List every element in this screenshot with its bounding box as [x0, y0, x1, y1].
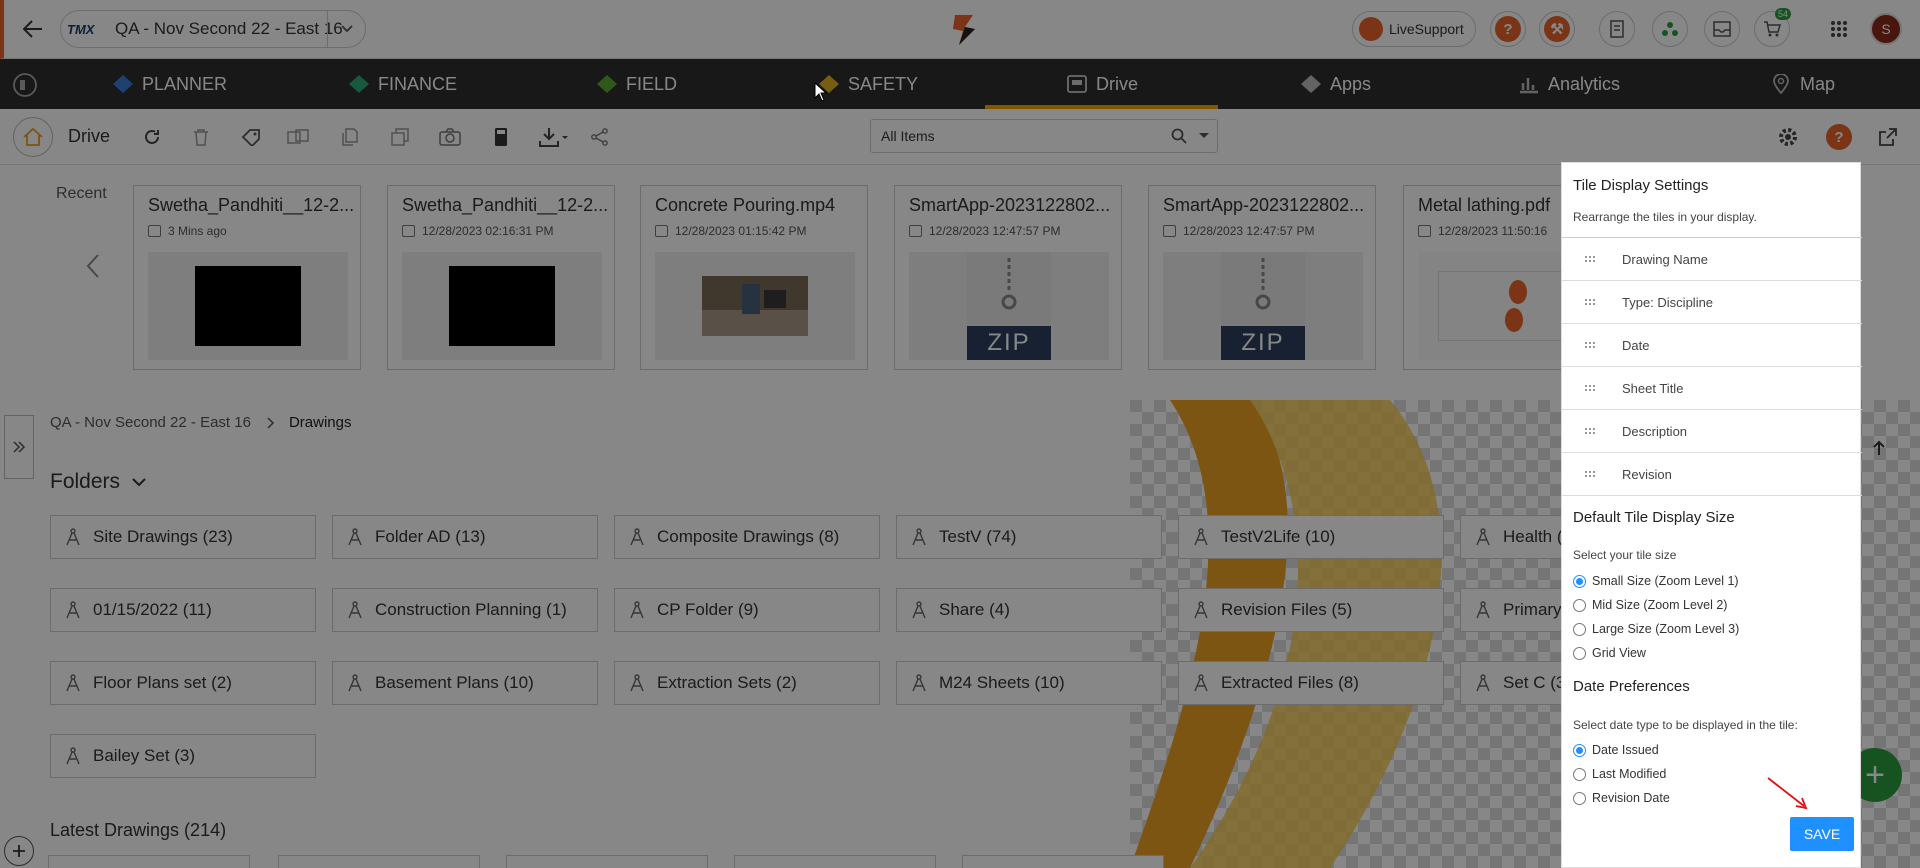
- drag-handle-icon[interactable]: [1584, 298, 1596, 306]
- tile-order-label: Revision: [1622, 466, 1672, 482]
- radio-button[interactable]: [1573, 574, 1586, 588]
- annotation-arrow-icon: [1766, 776, 1810, 812]
- tile-order-item[interactable]: Drawing Name: [1562, 238, 1862, 281]
- tile-size-option[interactable]: Large Size (Zoom Level 3): [1573, 622, 1739, 636]
- date-option[interactable]: Last Modified: [1573, 767, 1666, 781]
- date-option[interactable]: Date Issued: [1573, 743, 1659, 757]
- drag-handle-icon[interactable]: [1584, 255, 1596, 263]
- radio-button[interactable]: [1573, 646, 1586, 660]
- panel-subtitle: Rearrange the tiles in your display.: [1573, 210, 1757, 224]
- tile-size-title: Default Tile Display Size: [1573, 509, 1735, 526]
- tile-size-option-label: Mid Size (Zoom Level 2): [1592, 598, 1728, 612]
- tile-size-option-label: Large Size (Zoom Level 3): [1592, 622, 1740, 636]
- date-option-label: Date Issued: [1592, 743, 1659, 757]
- tile-order-label: Type: Discipline: [1622, 294, 1714, 310]
- panel-title: Tile Display Settings: [1573, 177, 1709, 194]
- drag-handle-icon[interactable]: [1584, 427, 1596, 435]
- date-option[interactable]: Revision Date: [1573, 791, 1670, 805]
- tile-size-option-label: Grid View: [1592, 646, 1646, 660]
- tile-size-option-label: Small Size (Zoom Level 1): [1592, 574, 1739, 588]
- tile-order-label: Drawing Name: [1622, 251, 1708, 267]
- tile-order-label: Description: [1622, 423, 1688, 439]
- radio-button[interactable]: [1573, 598, 1586, 612]
- radio-button[interactable]: [1573, 791, 1586, 805]
- radio-button[interactable]: [1573, 767, 1586, 781]
- tile-order-item[interactable]: Sheet Title: [1562, 367, 1862, 410]
- mouse-cursor-icon: [814, 82, 828, 102]
- tile-order-item[interactable]: Date: [1562, 324, 1862, 367]
- tile-display-settings-panel: Tile Display Settings Rearrange the tile…: [1561, 162, 1862, 868]
- tile-order-label: Date: [1622, 337, 1650, 353]
- tile-order-label: Sheet Title: [1622, 380, 1684, 396]
- tile-order-item[interactable]: Description: [1562, 410, 1862, 453]
- tile-size-option[interactable]: Grid View: [1573, 646, 1646, 660]
- date-preferences-title: Date Preferences: [1573, 678, 1690, 695]
- tile-order-item[interactable]: Revision: [1562, 453, 1862, 496]
- tile-order-item[interactable]: Type: Discipline: [1562, 281, 1862, 324]
- radio-button[interactable]: [1573, 743, 1586, 757]
- date-option-label: Revision Date: [1592, 791, 1670, 805]
- radio-button[interactable]: [1573, 622, 1586, 636]
- date-preferences-prompt: Select date type to be displayed in the …: [1573, 718, 1798, 732]
- drag-handle-icon[interactable]: [1584, 384, 1596, 392]
- drag-handle-icon[interactable]: [1584, 470, 1596, 478]
- save-button[interactable]: SAVE: [1790, 817, 1854, 851]
- date-option-label: Last Modified: [1592, 767, 1667, 781]
- tile-size-option[interactable]: Small Size (Zoom Level 1): [1573, 574, 1739, 588]
- tile-size-option[interactable]: Mid Size (Zoom Level 2): [1573, 598, 1727, 612]
- tile-size-prompt: Select your tile size: [1573, 548, 1677, 562]
- drag-handle-icon[interactable]: [1584, 341, 1596, 349]
- tile-order-list: Drawing Name Type: Discipline Date Sheet…: [1562, 237, 1862, 496]
